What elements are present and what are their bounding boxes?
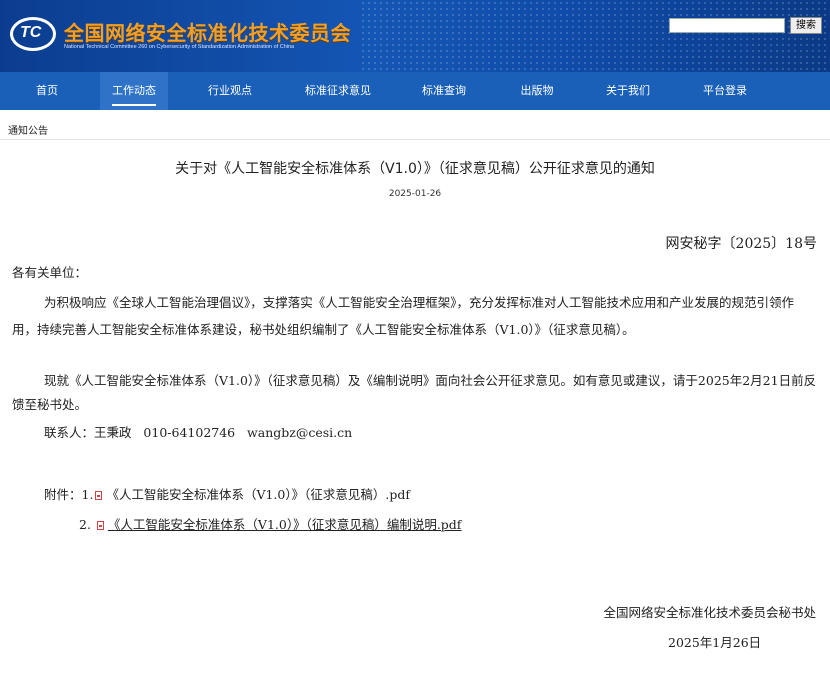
- pdf-icon: [95, 491, 103, 500]
- attachment-link[interactable]: 《人工智能安全标准体系（V1.0）》（征求意见稿）编制说明.pdf: [108, 517, 462, 532]
- site-title[interactable]: 全国网络安全标准化技术委员会: [64, 17, 351, 46]
- attachment-label: 附件：: [44, 487, 82, 502]
- main-nav: 首页 工作动态 行业观点 标准征求意见 标准查询 出版物 关于我们 平台登录: [0, 72, 830, 110]
- article-title: 关于对《人工智能安全标准体系（V1.0）》（征求意见稿）公开征求意见的通知: [175, 161, 655, 177]
- attachment-link[interactable]: 《人工智能安全标准体系（V1.0）》（征求意见稿）.pdf: [106, 487, 410, 502]
- divider: [0, 139, 830, 140]
- breadcrumb[interactable]: 通知公告: [8, 122, 48, 137]
- paragraph-1: 为积极响应《全球人工智能治理倡议》，支撑落实《人工智能安全治理框架》，充分发挥标…: [12, 295, 795, 337]
- site-subtitle: National Technical Committee 260 on Cybe…: [64, 44, 295, 50]
- nav-home[interactable]: 首页: [22, 72, 72, 110]
- header-pattern: [360, 0, 830, 72]
- nav-publications[interactable]: 出版物: [514, 72, 560, 110]
- attachment-row-1: 附件：1. 《人工智能安全标准体系（V1.0）》（征求意见稿）.pdf: [44, 484, 410, 503]
- signature-date: 2025年1月26日: [668, 635, 762, 650]
- nav-work-news-label: 工作动态: [112, 84, 156, 97]
- contact-info: 联系人：王秉政 010-64102746 wangbz@cesi.cn: [44, 425, 353, 440]
- document-number: 网安秘字〔2025〕18号: [665, 236, 817, 252]
- site-header: TC 全国网络安全标准化技术委员会 National Technical Com…: [0, 0, 830, 72]
- pdf-icon: [96, 521, 104, 530]
- nav-active-underline: [112, 104, 156, 106]
- attachment-row-2: 2. 《人工智能安全标准体系（V1.0）》（征求意见稿）编制说明.pdf: [79, 514, 461, 533]
- signature-organization: 全国网络安全标准化技术委员会秘书处: [603, 605, 816, 620]
- attachment-number: 2.: [79, 517, 91, 532]
- article-date: 2025-01-26: [388, 189, 442, 199]
- nav-platform-login[interactable]: 平台登录: [697, 72, 753, 110]
- logo-text: TC: [20, 24, 42, 41]
- nav-industry-views[interactable]: 行业观点: [200, 72, 260, 110]
- nav-standard-comments[interactable]: 标准征求意见: [300, 72, 376, 110]
- nav-standard-search[interactable]: 标准查询: [414, 72, 474, 110]
- attachment-number: 1.: [81, 487, 94, 502]
- greeting: 各有关单位：: [12, 265, 88, 280]
- nav-about-us[interactable]: 关于我们: [600, 72, 656, 110]
- search-input[interactable]: [669, 18, 785, 33]
- nav-work-news[interactable]: 工作动态: [100, 72, 168, 110]
- search-button[interactable]: 搜索: [790, 17, 822, 34]
- paragraph-2: 现就《人工智能安全标准体系（V1.0）》（征求意见稿）及《编制说明》面向社会公开…: [12, 373, 817, 412]
